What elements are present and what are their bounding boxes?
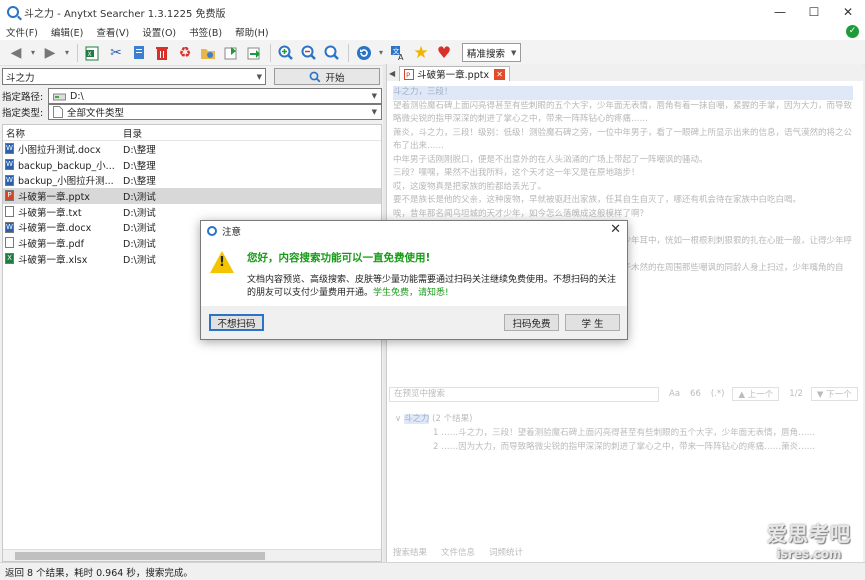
dialog-body: ! 您好，内容搜索功能可以一直免费使用! 文档内容预览、高级搜索、皮肤等少量功能… [201,240,627,306]
student-note: 学生免费，请知悉! [373,287,449,298]
scan-free-button[interactable]: 扫码免费 [504,314,559,331]
modal-overlay: 注意 ✕ ! 您好，内容搜索功能可以一直免费使用! 文档内容预览、高级搜索、皮肤… [0,0,865,580]
warning-icon: ! [210,251,234,273]
no-scan-button[interactable]: 不想扫码 [209,314,264,331]
dialog-heading: 您好，内容搜索功能可以一直免费使用! [247,252,431,264]
notice-dialog: 注意 ✕ ! 您好，内容搜索功能可以一直免费使用! 文档内容预览、高级搜索、皮肤… [200,220,628,340]
dialog-close-icon[interactable]: ✕ [610,222,621,237]
dialog-message: 文档内容预览、高级搜索、皮肤等少量功能需要通过扫码关注继续免费使用。不想扫码的关… [247,274,623,299]
dialog-title-bar: 注意 [201,221,627,240]
student-button[interactable]: 学 生 [565,314,620,331]
app-search-icon [207,225,217,236]
dialog-title: 注意 [222,226,242,238]
